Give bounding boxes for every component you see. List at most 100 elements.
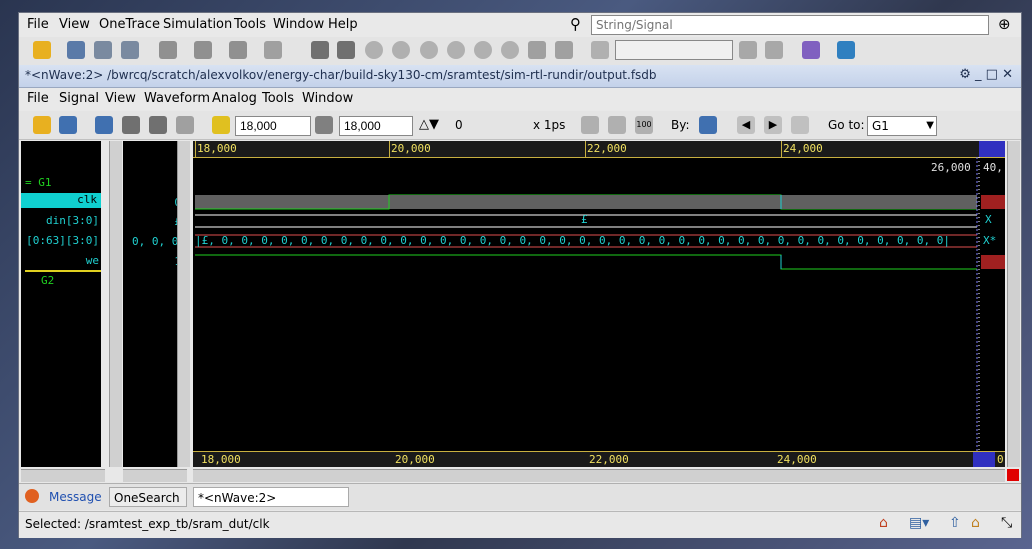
nwave-menu-waveform[interactable]: Waveform — [144, 91, 210, 106]
nwave-menu-signal[interactable]: Signal — [59, 91, 99, 106]
ruler-label: 20,000 — [395, 453, 435, 466]
menu-simulation[interactable]: Simulation — [163, 17, 232, 32]
signal-mem[interactable]: [0:63][3:0] — [26, 234, 99, 247]
save-icon[interactable] — [159, 41, 177, 59]
bottom-tabs: Message OneSearch ✕ *<nWave:2> output.fs… — [19, 483, 1021, 525]
undo-icon[interactable] — [95, 116, 113, 134]
app-icon[interactable] — [802, 41, 820, 59]
time-scale: x 1ps — [533, 118, 566, 132]
cut-icon[interactable] — [122, 116, 140, 134]
tab-onesearch[interactable]: OneSearch ✕ — [109, 487, 187, 525]
home-icon[interactable]: ⌂ — [879, 515, 888, 531]
arrow-up-icon[interactable] — [474, 41, 492, 59]
hierarchy-up-icon[interactable]: ⌂ — [971, 515, 980, 531]
arrow-down-icon[interactable] — [501, 41, 519, 59]
group-g1[interactable]: = G1 — [25, 176, 52, 189]
value-panel-hscroll[interactable] — [123, 469, 187, 482]
tab-nwave[interactable]: *<nWave:2> output.fsdb ✕ — [193, 487, 349, 525]
ruler-label: 22,000 — [589, 453, 629, 466]
group-g2[interactable]: G2 — [41, 274, 54, 287]
d-icon[interactable] — [420, 41, 438, 59]
filter-icon[interactable] — [591, 41, 609, 59]
window-controls[interactable]: ⚙ _ □ ✕ — [959, 67, 1013, 82]
time-ruler-bottom: 18,000 20,000 22,000 24,000 0 — [193, 451, 1005, 467]
crosshair-icon[interactable]: ⊕ — [998, 15, 1011, 33]
doc-icon[interactable] — [264, 41, 282, 59]
nwave-toolbar: △▼ 0 x 1ps 100 By: ◀ ▶ Go to: G1 ▼ — [19, 111, 1021, 140]
find-icon[interactable] — [739, 41, 757, 59]
name-panel-hscroll[interactable] — [21, 469, 105, 482]
nwave-menu-view[interactable]: View — [105, 91, 136, 106]
chevron-down-icon[interactable]: ▼ — [926, 117, 934, 135]
menu-view[interactable]: View — [59, 17, 90, 32]
asm-icon[interactable] — [837, 41, 855, 59]
marker-icon[interactable] — [315, 116, 333, 134]
hierarchy-icon[interactable] — [121, 41, 139, 59]
corner-indicator — [1007, 469, 1019, 481]
nwave-menu-window[interactable]: Window — [302, 91, 353, 106]
nwave-menubar: File Signal View Waveform Analog Tools W… — [19, 88, 1021, 110]
menu-tools[interactable]: Tools — [234, 17, 266, 32]
status-text: Selected: /sramtest_exp_tb/sram_dut/clk — [25, 517, 270, 531]
nwave-menu-tools[interactable]: Tools — [262, 91, 294, 106]
zoom-in-icon[interactable] — [608, 116, 626, 134]
zoom-out-icon[interactable] — [581, 116, 599, 134]
clk-x-region — [981, 195, 1005, 209]
copy-icon[interactable] — [149, 116, 167, 134]
prev-icon[interactable]: ◀ — [737, 116, 755, 134]
paste-icon[interactable] — [176, 116, 194, 134]
layout-icon[interactable]: ▤▾ — [909, 515, 929, 531]
cursor-time-input[interactable] — [235, 116, 311, 136]
goto-label: Go to: — [828, 118, 865, 132]
open-folder-icon[interactable] — [33, 41, 51, 59]
signal-search-input[interactable] — [591, 15, 989, 35]
nwave-menu-file[interactable]: File — [27, 91, 49, 106]
open-icon[interactable] — [33, 116, 51, 134]
nwave-menu-analog[interactable]: Analog — [212, 91, 257, 106]
menu-window[interactable]: Window — [273, 17, 324, 32]
waveform-hscroll[interactable] — [193, 469, 1005, 482]
waveform-panel[interactable]: 18,000 20,000 22,000 24,000 26,000 40, £… — [193, 141, 1005, 467]
din-bus-value: £ — [581, 213, 588, 226]
search-combo[interactable] — [615, 40, 733, 60]
menu-file[interactable]: File — [27, 17, 49, 32]
signal-row-clk[interactable]: clk — [21, 193, 101, 208]
group-g1-label: G1 — [38, 176, 52, 189]
menu-onetrace[interactable]: OneTrace — [99, 17, 160, 32]
value-panel-scrollbar[interactable] — [177, 141, 190, 467]
search-by-icon[interactable] — [699, 116, 717, 134]
tree-icon[interactable] — [528, 41, 546, 59]
fullscreen-icon[interactable]: ⤡ — [1001, 515, 1012, 531]
cursor-icon[interactable] — [212, 116, 230, 134]
goto-select[interactable]: G1 ▼ — [867, 116, 937, 136]
arrow-left-icon[interactable] — [365, 41, 383, 59]
nwave-icon[interactable] — [67, 41, 85, 59]
find-next-icon[interactable] — [765, 41, 783, 59]
signal-din[interactable]: din[3:0] — [46, 214, 99, 227]
nschema-icon[interactable] — [94, 41, 112, 59]
back-icon[interactable] — [791, 116, 809, 134]
down-icon[interactable] — [337, 41, 355, 59]
signal-we[interactable]: we — [86, 254, 99, 267]
tree2-icon[interactable] — [555, 41, 573, 59]
l-icon[interactable] — [447, 41, 465, 59]
waveform-vscroll[interactable] — [1007, 141, 1020, 467]
mem-tail: X* — [983, 234, 997, 247]
name-panel-scrollbar[interactable] — [109, 141, 122, 467]
menu-help[interactable]: Help — [328, 17, 358, 32]
zoom-100-icon[interactable]: 100 — [635, 116, 653, 134]
search-icon[interactable]: ⚲ — [570, 15, 581, 33]
next-icon[interactable]: ▶ — [764, 116, 782, 134]
clk-region-3 — [781, 195, 977, 209]
marker-time-input[interactable] — [339, 116, 413, 136]
up-icon[interactable] — [311, 41, 329, 59]
up-level-icon[interactable]: ⇧ — [949, 515, 961, 531]
edit-icon[interactable] — [229, 41, 247, 59]
message-icon — [25, 489, 39, 503]
tab-message[interactable]: Message — [45, 487, 106, 507]
delta-icon[interactable]: △▼ — [419, 117, 439, 132]
we-wave — [195, 254, 977, 270]
arrow-right-icon[interactable] — [392, 41, 410, 59]
reload-icon[interactable] — [59, 116, 77, 134]
image-icon[interactable] — [194, 41, 212, 59]
